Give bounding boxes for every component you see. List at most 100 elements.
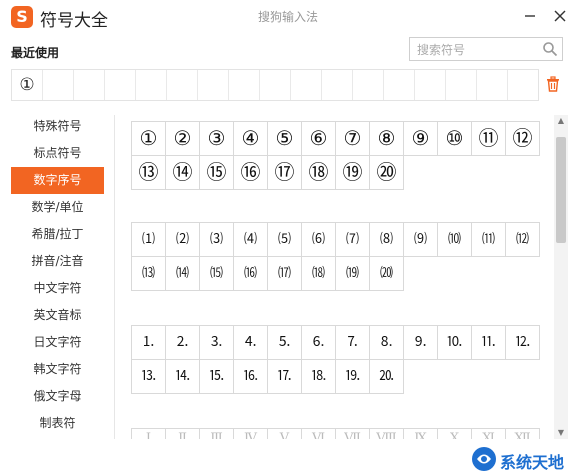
symbol-cell[interactable]: ⒎ xyxy=(336,326,370,360)
symbol-cell[interactable]: ⒅ xyxy=(302,257,336,291)
symbol-cell[interactable]: ⒌ xyxy=(268,326,302,360)
symbol-cell[interactable]: ⑪ xyxy=(472,122,506,156)
category-item[interactable]: 数学/单位 xyxy=(11,194,104,221)
symbol-cell[interactable]: ⒀ xyxy=(132,257,166,291)
symbol-cell[interactable]: Ⅸ xyxy=(404,429,438,439)
symbol-cell[interactable]: ⑷ xyxy=(234,223,268,257)
symbol-cell[interactable]: ⒈ xyxy=(132,326,166,360)
symbol-cell[interactable]: ⒛ xyxy=(370,360,404,394)
symbol-cell[interactable]: ⒄ xyxy=(268,257,302,291)
symbol-cell[interactable]: ⑯ xyxy=(234,156,268,190)
symbol-cell[interactable]: ⑱ xyxy=(302,156,336,190)
symbol-cell[interactable]: ⑼ xyxy=(404,223,438,257)
symbol-cell[interactable]: ⑾ xyxy=(472,223,506,257)
symbol-cell[interactable]: ⑺ xyxy=(336,223,370,257)
search-icon[interactable] xyxy=(542,41,558,57)
symbol-cell[interactable]: ⑩ xyxy=(438,122,472,156)
symbol-cell[interactable]: ⒆ xyxy=(336,257,370,291)
symbol-cell[interactable]: Ⅱ xyxy=(166,429,200,439)
category-item[interactable]: 希腊/拉丁 xyxy=(11,221,104,248)
category-item[interactable]: 韩文字符 xyxy=(11,356,104,383)
category-item[interactable]: 特殊符号 xyxy=(11,113,104,140)
symbol-cell[interactable]: ② xyxy=(166,122,200,156)
symbol-cell[interactable]: ⑫ xyxy=(506,122,540,156)
symbol-cell[interactable]: ⑳ xyxy=(370,156,404,190)
symbol-cell[interactable]: Ⅴ xyxy=(268,429,302,439)
symbol-cell[interactable]: ⑵ xyxy=(166,223,200,257)
recent-symbol-cell[interactable] xyxy=(415,70,446,100)
symbol-cell[interactable]: ⒖ xyxy=(200,360,234,394)
symbol-cell[interactable]: ⑹ xyxy=(302,223,336,257)
recent-symbol-cell[interactable] xyxy=(508,70,538,100)
symbol-cell[interactable]: Ⅷ xyxy=(370,429,404,439)
symbol-cell[interactable]: ⒉ xyxy=(166,326,200,360)
symbol-cell[interactable]: ⒇ xyxy=(370,257,404,291)
category-item[interactable]: 日文字符 xyxy=(11,329,104,356)
category-item[interactable]: 拼音/注音 xyxy=(11,248,104,275)
category-item[interactable]: 俄文字母 xyxy=(11,383,104,410)
symbol-cell[interactable]: ⑬ xyxy=(132,156,166,190)
category-item[interactable]: 英文音标 xyxy=(11,302,104,329)
symbol-cell[interactable]: ⒘ xyxy=(268,360,302,394)
recent-symbol-cell[interactable] xyxy=(229,70,260,100)
symbol-cell[interactable]: Ⅹ xyxy=(438,429,472,439)
symbol-cell[interactable]: ⒑ xyxy=(438,326,472,360)
symbol-cell[interactable]: Ⅳ xyxy=(234,429,268,439)
symbol-cell[interactable]: Ⅲ xyxy=(200,429,234,439)
recent-symbol-cell[interactable] xyxy=(446,70,477,100)
recent-symbol-cell[interactable] xyxy=(322,70,353,100)
recent-symbol-cell[interactable] xyxy=(198,70,229,100)
symbol-cell[interactable]: ⑮ xyxy=(200,156,234,190)
symbol-cell[interactable]: ⒁ xyxy=(166,257,200,291)
symbol-cell[interactable]: ⑧ xyxy=(370,122,404,156)
symbol-cell[interactable]: ⑦ xyxy=(336,122,370,156)
recent-symbol-cell[interactable] xyxy=(105,70,136,100)
scroll-thumb[interactable] xyxy=(556,137,566,243)
symbol-cell[interactable]: ⑻ xyxy=(370,223,404,257)
symbol-cell[interactable]: ⒓ xyxy=(506,326,540,360)
category-item[interactable]: 制表符 xyxy=(11,410,104,437)
symbol-cell[interactable]: ⒋ xyxy=(234,326,268,360)
symbol-cell[interactable]: ⒃ xyxy=(234,257,268,291)
symbol-cell[interactable]: ⒒ xyxy=(472,326,506,360)
recent-symbol-cell[interactable] xyxy=(43,70,74,100)
scroll-up-icon[interactable]: ▲ xyxy=(554,115,568,127)
recent-symbol-cell[interactable] xyxy=(477,70,508,100)
symbol-cell[interactable]: Ⅻ xyxy=(506,429,540,439)
symbol-cell[interactable]: ⒔ xyxy=(132,360,166,394)
recent-symbol-cell[interactable] xyxy=(74,70,105,100)
symbol-cell[interactable]: Ⅶ xyxy=(336,429,370,439)
symbol-cell[interactable]: Ⅰ xyxy=(132,429,166,439)
symbol-cell[interactable]: ⑿ xyxy=(506,223,540,257)
symbol-cell[interactable]: ⒐ xyxy=(404,326,438,360)
symbol-cell[interactable]: ⑽ xyxy=(438,223,472,257)
symbol-cell[interactable]: ⑰ xyxy=(268,156,302,190)
category-item[interactable]: 标点符号 xyxy=(11,140,104,167)
recent-symbol-cell[interactable] xyxy=(136,70,167,100)
symbol-cell[interactable]: ⒊ xyxy=(200,326,234,360)
symbol-cell[interactable]: ⒏ xyxy=(370,326,404,360)
symbol-cell[interactable]: ⑶ xyxy=(200,223,234,257)
recent-symbol-cell[interactable] xyxy=(353,70,384,100)
symbol-cell[interactable]: ⒚ xyxy=(336,360,370,394)
symbol-cell[interactable]: ⒍ xyxy=(302,326,336,360)
symbol-cell[interactable]: ⑥ xyxy=(302,122,336,156)
recent-symbol-cell[interactable] xyxy=(384,70,415,100)
recent-symbol-cell[interactable] xyxy=(167,70,198,100)
category-item[interactable]: 中文字符 xyxy=(11,275,104,302)
symbol-cell[interactable]: ⒗ xyxy=(234,360,268,394)
recent-symbol-cell[interactable] xyxy=(291,70,322,100)
symbol-cell[interactable]: ⑤ xyxy=(268,122,302,156)
symbol-cell[interactable]: Ⅵ xyxy=(302,429,336,439)
minimize-button[interactable] xyxy=(518,4,542,28)
vertical-scrollbar[interactable]: ▲ ▼ xyxy=(554,115,568,439)
search-box[interactable] xyxy=(409,37,563,61)
symbol-cell[interactable]: ④ xyxy=(234,122,268,156)
recent-symbol-cell[interactable] xyxy=(260,70,291,100)
symbol-cell[interactable]: ⒕ xyxy=(166,360,200,394)
close-button[interactable] xyxy=(548,4,572,28)
symbol-cell[interactable]: ⒂ xyxy=(200,257,234,291)
symbol-cell[interactable]: ⑲ xyxy=(336,156,370,190)
scroll-down-icon[interactable]: ▼ xyxy=(554,427,568,439)
recent-symbol-cell[interactable]: ① xyxy=(12,70,43,100)
